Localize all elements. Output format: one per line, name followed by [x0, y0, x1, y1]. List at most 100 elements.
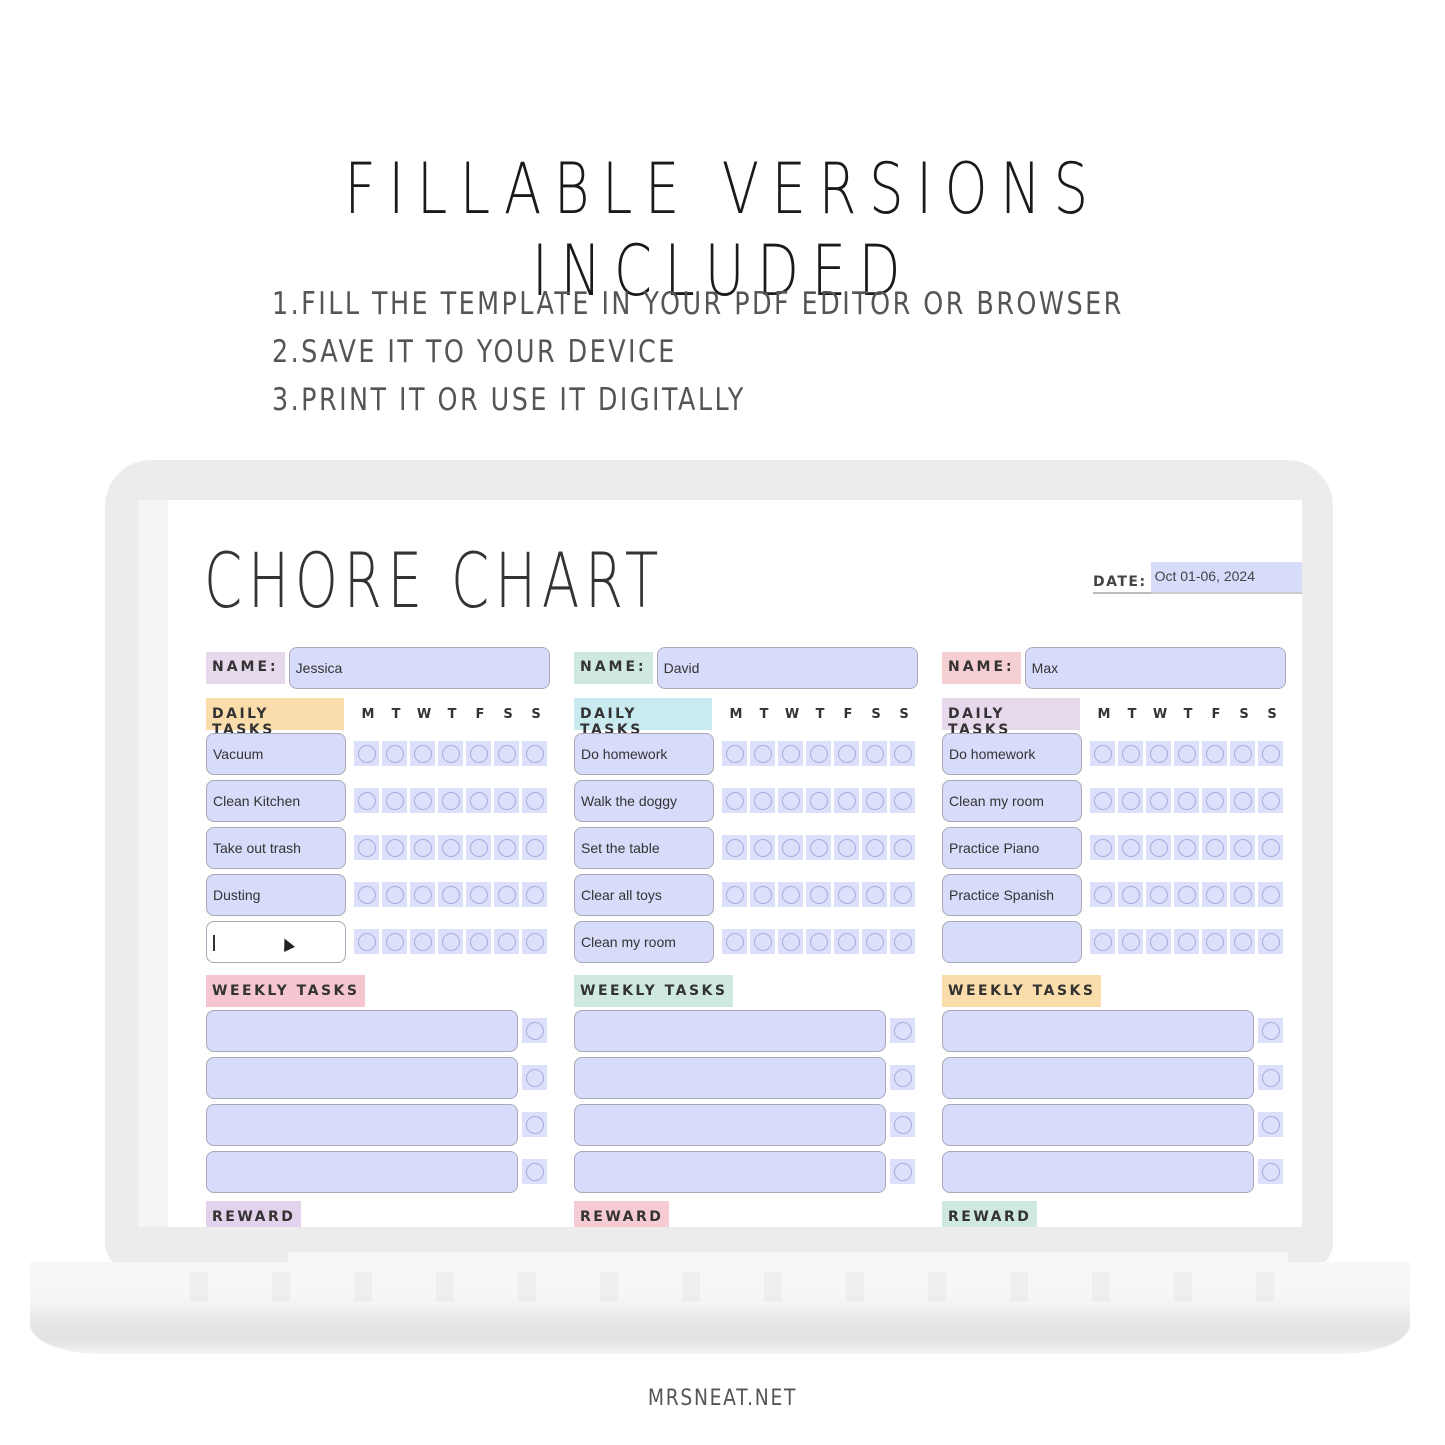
day-checkbox[interactable]: [1118, 882, 1143, 907]
day-checkbox[interactable]: [862, 741, 887, 766]
day-checkbox[interactable]: [834, 835, 859, 860]
day-checkbox[interactable]: [438, 929, 463, 954]
day-checkbox[interactable]: [722, 882, 747, 907]
day-checkbox[interactable]: [466, 788, 491, 813]
weekly-checkbox[interactable]: [1258, 1065, 1283, 1090]
day-checkbox[interactable]: [1118, 741, 1143, 766]
day-checkbox[interactable]: [722, 929, 747, 954]
day-checkbox[interactable]: [1230, 741, 1255, 766]
day-checkbox[interactable]: [382, 741, 407, 766]
day-checkbox[interactable]: [1258, 882, 1283, 907]
day-checkbox[interactable]: [1230, 929, 1255, 954]
weekly-task-field[interactable]: [206, 1150, 519, 1193]
day-checkbox[interactable]: [778, 882, 803, 907]
day-checkbox[interactable]: [1146, 882, 1171, 907]
day-checkbox[interactable]: [354, 788, 379, 813]
day-checkbox[interactable]: [1202, 835, 1227, 860]
weekly-checkbox[interactable]: [890, 1159, 915, 1184]
day-checkbox[interactable]: [1090, 929, 1115, 954]
weekly-task-field[interactable]: [942, 1056, 1255, 1099]
day-checkbox[interactable]: [834, 929, 859, 954]
daily-task-field[interactable]: Walk the doggy: [574, 779, 714, 822]
weekly-task-field[interactable]: [942, 1009, 1255, 1052]
day-checkbox[interactable]: [1146, 835, 1171, 860]
day-checkbox[interactable]: [806, 835, 831, 860]
daily-task-field[interactable]: Take out trash: [206, 826, 346, 869]
day-checkbox[interactable]: [1202, 929, 1227, 954]
daily-task-field[interactable]: [206, 920, 346, 963]
daily-task-field[interactable]: Practice Spanish: [942, 873, 1082, 916]
day-checkbox[interactable]: [750, 929, 775, 954]
weekly-checkbox[interactable]: [522, 1159, 547, 1184]
day-checkbox[interactable]: [890, 929, 915, 954]
day-checkbox[interactable]: [1230, 835, 1255, 860]
weekly-checkbox[interactable]: [890, 1018, 915, 1043]
day-checkbox[interactable]: [1258, 741, 1283, 766]
weekly-checkbox[interactable]: [522, 1018, 547, 1043]
weekly-checkbox[interactable]: [522, 1112, 547, 1137]
name-field[interactable]: Jessica: [288, 647, 550, 689]
day-checkbox[interactable]: [722, 741, 747, 766]
day-checkbox[interactable]: [778, 741, 803, 766]
day-checkbox[interactable]: [890, 835, 915, 860]
day-checkbox[interactable]: [1202, 741, 1227, 766]
day-checkbox[interactable]: [494, 741, 519, 766]
day-checkbox[interactable]: [1146, 788, 1171, 813]
weekly-task-field[interactable]: [574, 1056, 887, 1099]
day-checkbox[interactable]: [1090, 741, 1115, 766]
day-checkbox[interactable]: [354, 929, 379, 954]
day-checkbox[interactable]: [834, 882, 859, 907]
day-checkbox[interactable]: [778, 929, 803, 954]
day-checkbox[interactable]: [494, 835, 519, 860]
day-checkbox[interactable]: [1258, 788, 1283, 813]
day-checkbox[interactable]: [494, 929, 519, 954]
weekly-checkbox[interactable]: [1258, 1018, 1283, 1043]
daily-task-field[interactable]: Clean Kitchen: [206, 779, 346, 822]
day-checkbox[interactable]: [410, 835, 435, 860]
day-checkbox[interactable]: [1090, 788, 1115, 813]
name-field[interactable]: Max: [1024, 647, 1286, 689]
day-checkbox[interactable]: [1090, 882, 1115, 907]
day-checkbox[interactable]: [466, 835, 491, 860]
day-checkbox[interactable]: [522, 788, 547, 813]
day-checkbox[interactable]: [466, 882, 491, 907]
daily-task-field[interactable]: Clear all toys: [574, 873, 714, 916]
weekly-task-field[interactable]: [574, 1150, 887, 1193]
day-checkbox[interactable]: [890, 882, 915, 907]
day-checkbox[interactable]: [466, 929, 491, 954]
daily-task-field[interactable]: Vacuum: [206, 732, 346, 775]
daily-task-field[interactable]: Do homework: [574, 732, 714, 775]
day-checkbox[interactable]: [522, 741, 547, 766]
weekly-checkbox[interactable]: [890, 1065, 915, 1090]
daily-task-field[interactable]: Set the table: [574, 826, 714, 869]
weekly-task-field[interactable]: [574, 1009, 887, 1052]
day-checkbox[interactable]: [354, 741, 379, 766]
day-checkbox[interactable]: [1230, 788, 1255, 813]
day-checkbox[interactable]: [522, 835, 547, 860]
day-checkbox[interactable]: [1118, 835, 1143, 860]
day-checkbox[interactable]: [522, 929, 547, 954]
weekly-checkbox[interactable]: [522, 1065, 547, 1090]
weekly-checkbox[interactable]: [1258, 1112, 1283, 1137]
date-field[interactable]: Oct 01-06, 2024: [1150, 562, 1302, 594]
weekly-task-field[interactable]: [942, 1150, 1255, 1193]
daily-task-field[interactable]: Clean my room: [942, 779, 1082, 822]
day-checkbox[interactable]: [1258, 835, 1283, 860]
weekly-checkbox[interactable]: [890, 1112, 915, 1137]
day-checkbox[interactable]: [410, 882, 435, 907]
day-checkbox[interactable]: [354, 835, 379, 860]
daily-task-field[interactable]: [942, 920, 1082, 963]
day-checkbox[interactable]: [834, 788, 859, 813]
day-checkbox[interactable]: [494, 788, 519, 813]
day-checkbox[interactable]: [1118, 929, 1143, 954]
day-checkbox[interactable]: [778, 835, 803, 860]
day-checkbox[interactable]: [862, 882, 887, 907]
daily-task-field[interactable]: Dusting: [206, 873, 346, 916]
day-checkbox[interactable]: [410, 929, 435, 954]
day-checkbox[interactable]: [438, 741, 463, 766]
day-checkbox[interactable]: [750, 835, 775, 860]
day-checkbox[interactable]: [410, 741, 435, 766]
day-checkbox[interactable]: [806, 788, 831, 813]
day-checkbox[interactable]: [1174, 835, 1199, 860]
day-checkbox[interactable]: [862, 835, 887, 860]
